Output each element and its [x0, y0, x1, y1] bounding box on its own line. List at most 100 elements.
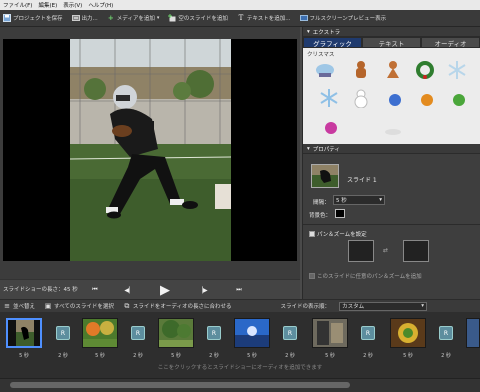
- panzoom-end-thumbnail[interactable]: [403, 240, 429, 262]
- football-player-photo: [70, 39, 231, 261]
- fullscreen-preview-label: フルスクリーンプレビュー表示: [309, 16, 387, 22]
- slide-duration-6[interactable]: 5 秒: [390, 352, 426, 359]
- plus-icon: +: [107, 13, 114, 22]
- properties-panel: スライド 1 間隔： 5 秒 ▾ 背景色： パン＆ズームを設定 ⇄ このスライド…: [303, 154, 480, 299]
- menu-edit[interactable]: 編集(E): [38, 1, 57, 9]
- transition-icon: R: [60, 329, 66, 337]
- tab-audio[interactable]: オーディオ: [421, 37, 480, 48]
- slide-strip-toolbar: ≡ 並べ替え ▣ すべてのスライドを選択 ⧉ スライドをオーディオの長さに合わせ…: [0, 299, 480, 312]
- slide-duration-3[interactable]: 5 秒: [158, 352, 194, 359]
- background-color-label: 背景色：: [309, 213, 332, 219]
- transition-duration-6[interactable]: 2 秒: [436, 352, 456, 359]
- snowflake-sticker[interactable]: [447, 60, 467, 80]
- last-slide-button[interactable]: ⏭: [232, 283, 246, 297]
- transition-duration-5[interactable]: 2 秒: [358, 352, 378, 359]
- reorder-icon: ≡: [4, 301, 10, 310]
- slide-thumbnail-4[interactable]: [234, 318, 270, 348]
- first-slide-button[interactable]: ⏮: [88, 283, 102, 297]
- panzoom-label: パン＆ズームを設定: [317, 232, 367, 238]
- save-project-button[interactable]: プロジェクトを保存: [3, 14, 63, 22]
- extras-tabs: グラフィック テキスト オーディオ: [303, 37, 480, 48]
- transition-icon: R: [135, 329, 141, 337]
- menu-view[interactable]: 表示(V): [63, 1, 82, 9]
- transition-6[interactable]: R: [439, 326, 453, 340]
- display-order-select[interactable]: カスタム ▾: [339, 301, 428, 311]
- output-button[interactable]: 出力...: [71, 14, 98, 22]
- slide-thumbnail-3[interactable]: [158, 318, 194, 348]
- transition-duration-2[interactable]: 2 秒: [128, 352, 148, 359]
- transition-duration-3[interactable]: 2 秒: [204, 352, 224, 359]
- text-icon: T: [238, 13, 244, 22]
- ornament-blue-sticker[interactable]: [385, 90, 405, 110]
- menu-help[interactable]: ヘルプ(H): [88, 1, 113, 9]
- select-all-slides-button[interactable]: ▣ すべてのスライドを選択: [44, 302, 114, 310]
- slide-thumbnail-2[interactable]: [82, 318, 118, 348]
- gingerbread-girl-sticker[interactable]: [383, 60, 403, 80]
- random-panzoom-checkbox[interactable]: [309, 273, 315, 279]
- right-panel: ▾ エクストラ グラフィック テキスト オーディオ クリスマス ▾ プロパティ …: [302, 27, 480, 299]
- preview-area: [0, 27, 300, 279]
- background-color-swatch[interactable]: [335, 209, 345, 218]
- fit-to-audio-button[interactable]: ⧉ スライドをオーディオの長さに合わせる: [123, 302, 232, 310]
- add-blank-slide-button[interactable]: 空のスライドを追加: [168, 14, 228, 22]
- transition-icon: R: [211, 329, 217, 337]
- ornament-orange-sticker[interactable]: [417, 90, 437, 110]
- slide-thumbnail-5[interactable]: [312, 318, 348, 348]
- duration-select[interactable]: 5 秒 ▾: [333, 195, 385, 205]
- transition-4[interactable]: R: [283, 326, 297, 340]
- slide-duration-4[interactable]: 5 秒: [234, 352, 270, 359]
- duration-value: 5 秒: [336, 198, 347, 204]
- gingerbread-man-sticker[interactable]: [351, 60, 371, 80]
- transition-duration-1[interactable]: 2 秒: [53, 352, 73, 359]
- reorder-button[interactable]: ≡ 並べ替え: [3, 302, 35, 310]
- slide-thumbnail-6[interactable]: [390, 318, 426, 348]
- add-audio-hint[interactable]: ここをクリックするとスライドショーにオーディオを追加できます: [0, 363, 480, 371]
- gallery-category: クリスマス: [307, 52, 335, 58]
- snowflake-blue-sticker[interactable]: [319, 88, 339, 108]
- slide-thumbnail-1[interactable]: [6, 318, 42, 348]
- snowman-sticker[interactable]: [351, 88, 371, 109]
- save-project-label: プロジェクトを保存: [13, 16, 63, 22]
- transition-icon: R: [443, 329, 449, 337]
- transition-3[interactable]: R: [207, 326, 221, 340]
- output-icon: [71, 14, 80, 22]
- output-label: 出力...: [81, 16, 98, 22]
- preview-stage: [3, 39, 297, 261]
- divider: [303, 224, 480, 225]
- add-media-button[interactable]: + メディアを追加 ▾: [107, 14, 160, 22]
- menu-file[interactable]: ファイル(F): [3, 1, 32, 9]
- player-controls-bar: スライドショーの長さ：45 秒 ⏮ ◀▏ ▶ ▕▶ ⏭: [0, 279, 300, 301]
- strip-scrollbar[interactable]: [0, 378, 480, 392]
- panzoom-start-thumbnail[interactable]: [348, 240, 374, 262]
- slide-duration-1[interactable]: 5 秒: [6, 352, 42, 359]
- transition-2[interactable]: R: [131, 326, 145, 340]
- tab-text[interactable]: テキスト: [362, 37, 421, 48]
- properties-header[interactable]: ▾ プロパティ: [303, 144, 480, 154]
- random-panzoom-label: このスライドに任意のパン＆ズームを追加: [317, 274, 422, 280]
- ornament-pink-sticker[interactable]: [321, 118, 341, 138]
- ornament-green-sticker[interactable]: [449, 90, 469, 110]
- dropdown-arrow-icon: ▾: [156, 15, 160, 21]
- play-button[interactable]: ▶: [158, 283, 172, 298]
- slide-thumbnail-7[interactable]: [466, 318, 480, 348]
- panzoom-checkbox[interactable]: [309, 231, 315, 237]
- fit-audio-label: スライドをオーディオの長さに合わせる: [132, 304, 232, 310]
- display-order-label: スライドの表示順：: [280, 304, 331, 310]
- snow-globe-sticker[interactable]: [315, 60, 335, 80]
- transition-5[interactable]: R: [361, 326, 375, 340]
- transition-duration-4[interactable]: 2 秒: [280, 352, 300, 359]
- prev-slide-button[interactable]: ◀▏: [122, 283, 136, 297]
- slide-duration-5[interactable]: 5 秒: [312, 352, 348, 359]
- extras-header[interactable]: ▾ エクストラ: [303, 27, 480, 37]
- scrollbar-thumb[interactable]: [10, 382, 350, 388]
- next-slide-button[interactable]: ▕▶: [196, 283, 210, 297]
- wreath-sticker[interactable]: [415, 60, 435, 80]
- fullscreen-preview-button[interactable]: フルスクリーンプレビュー表示: [299, 14, 387, 22]
- transition-1[interactable]: R: [56, 326, 70, 340]
- ornament-white-sticker[interactable]: [383, 118, 403, 138]
- select-all-label: すべてのスライドを選択: [54, 304, 114, 310]
- tab-graphics[interactable]: グラフィック: [303, 37, 362, 48]
- slide-duration-2[interactable]: 5 秒: [82, 352, 118, 359]
- add-text-button[interactable]: T テキストを追加...: [237, 14, 291, 22]
- transition-icon: R: [287, 329, 293, 337]
